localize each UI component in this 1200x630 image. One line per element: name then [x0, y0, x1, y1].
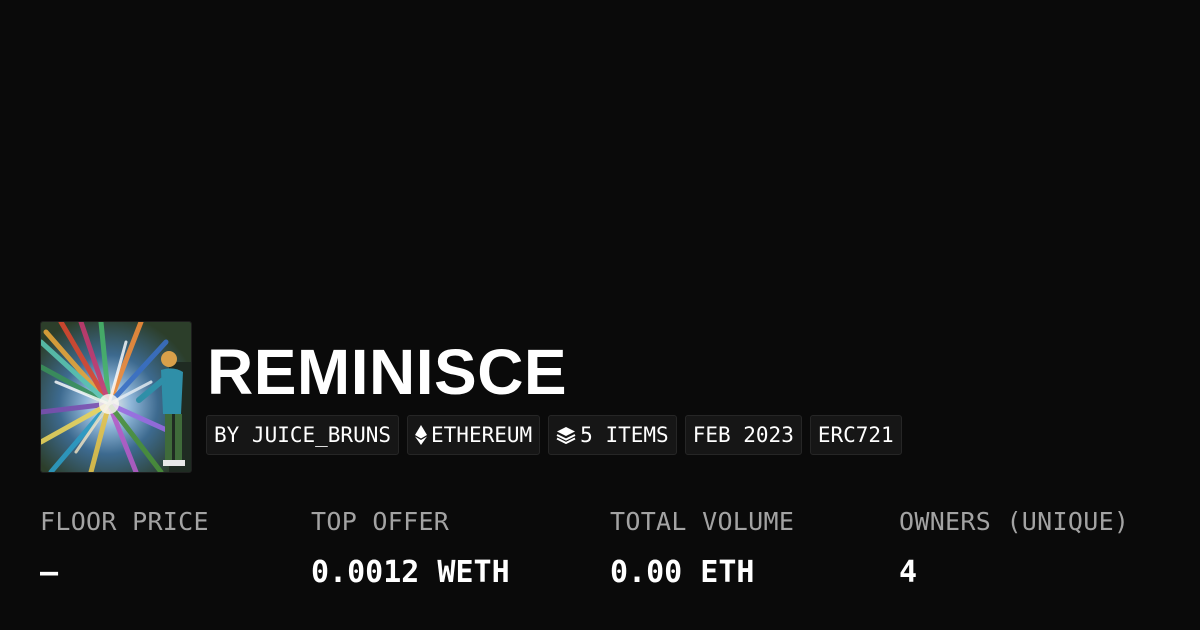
creator-tag[interactable]: BY JUICE_BRUNS [206, 415, 400, 455]
chain-tag[interactable]: ETHEREUM [407, 415, 541, 455]
layers-icon [556, 426, 576, 444]
floor-price-value: – [40, 555, 59, 590]
total-volume-label: TOTAL VOLUME [610, 507, 795, 536]
standard-label: ERC721 [817, 423, 894, 447]
chain-label: ETHEREUM [431, 423, 533, 447]
collection-title: REMINISCE [207, 336, 568, 408]
owners-label: OWNERS (UNIQUE) [899, 507, 1130, 536]
collection-tags: BY JUICE_BRUNS ETHEREUM 5 ITEMS FEB 2023… [206, 415, 902, 455]
floor-price-label: FLOOR PRICE [40, 507, 209, 536]
items-tag[interactable]: 5 ITEMS [548, 415, 677, 455]
ethereum-icon [415, 425, 428, 445]
date-tag: FEB 2023 [684, 415, 802, 455]
creator-label: BY JUICE_BRUNS [214, 423, 392, 447]
standard-tag: ERC721 [809, 415, 902, 455]
top-offer-value: 0.0012 WETH [311, 555, 510, 590]
owners-stat: OWNERS (UNIQUE) 4 [899, 506, 1129, 591]
top-offer-stat: TOP OFFER 0.0012 WETH [311, 506, 510, 591]
floor-price-stat: FLOOR PRICE – [40, 506, 209, 591]
owners-value: 4 [899, 555, 918, 590]
date-label: FEB 2023 [692, 423, 794, 447]
items-label: 5 ITEMS [580, 423, 669, 447]
total-volume-value: 0.00 ETH [610, 555, 755, 590]
top-offer-label: TOP OFFER [311, 507, 450, 536]
collection-thumbnail [40, 321, 192, 473]
total-volume-stat: TOTAL VOLUME 0.00 ETH [610, 506, 794, 591]
